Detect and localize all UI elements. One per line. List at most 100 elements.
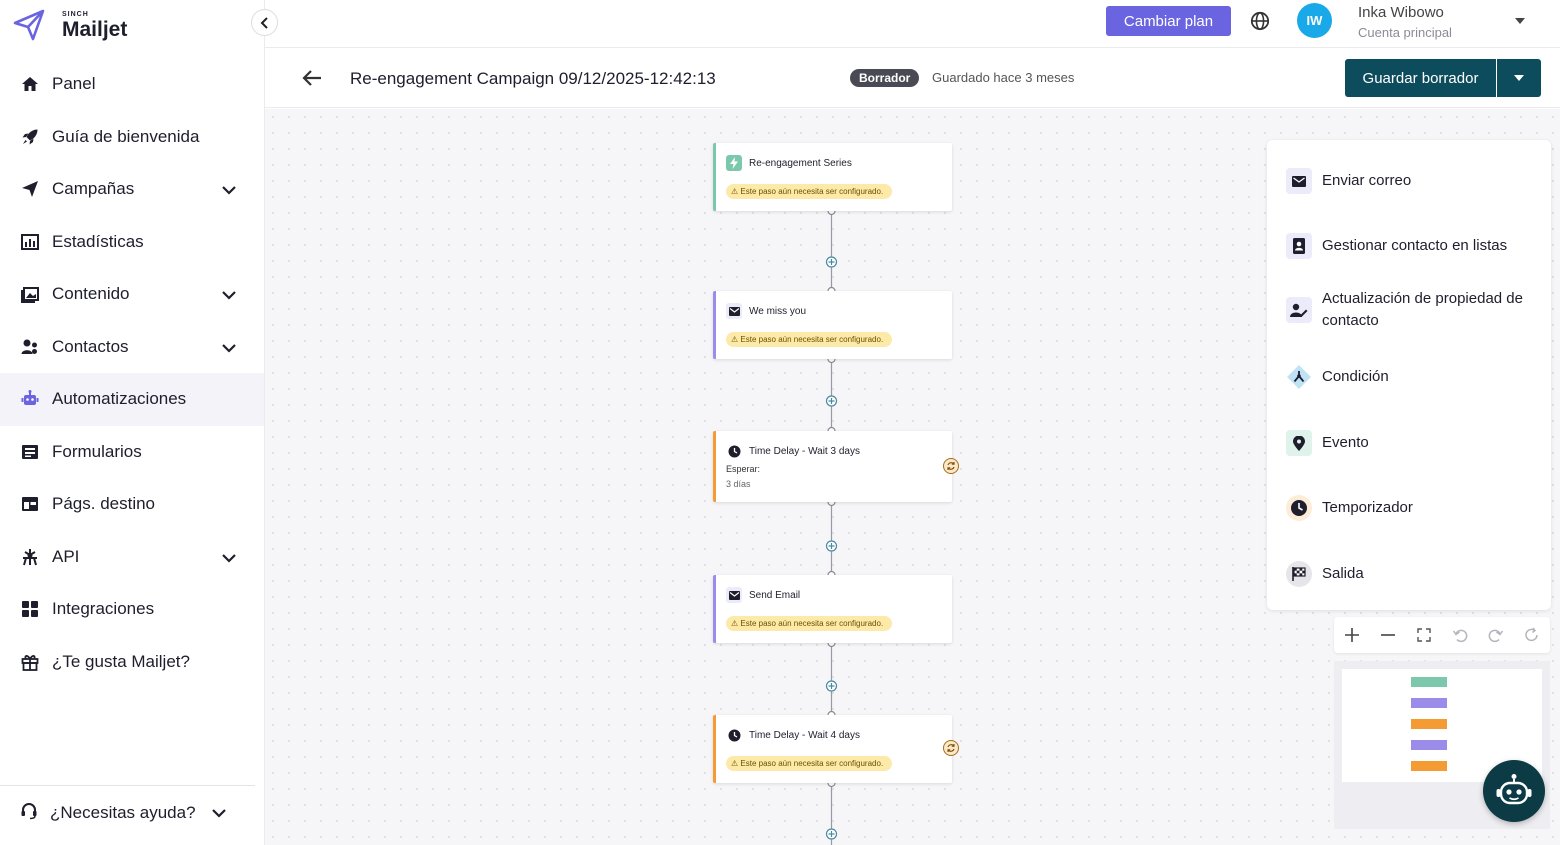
chatbot-robot-icon [1496,774,1532,805]
action-label: Salida [1322,565,1364,582]
zoom-in-icon[interactable] [1342,625,1362,645]
action-send-email[interactable]: Enviar correo [1286,168,1532,194]
actions-panel: Enviar correo Gestionar contacto en list… [1267,140,1551,610]
contact-edit-icon [1286,297,1312,323]
save-options-button[interactable] [1497,59,1541,97]
undo-icon[interactable] [1450,625,1470,645]
reset-icon[interactable] [1522,625,1542,645]
back-arrow-icon[interactable] [301,68,323,88]
user-name[interactable]: Inka Wibowo [1358,4,1444,21]
chart-icon [20,232,40,252]
change-plan-button[interactable]: Cambiar plan [1106,6,1231,36]
sidebar-item-label: Contenido [52,284,130,304]
paper-plane-logo-icon [13,9,45,41]
warning-text: Este paso aún necesita ser configurado. [740,759,884,768]
page-title: Re-engagement Campaign 09/12/2025-12:42:… [350,69,716,88]
rocket-icon [20,127,40,147]
chevron-down-icon[interactable] [220,339,238,357]
chatbot-button[interactable] [1483,760,1545,822]
node-warning: ⚠ Este paso aún necesita ser configurado… [726,756,893,771]
wait-value: 3 días [726,479,751,489]
sidebar-item-contacts[interactable]: Contactos [0,321,264,374]
editor-header: Re-engagement Campaign 09/12/2025-12:42:… [265,48,1560,108]
mailjet-logo[interactable]: SINCH Mailjet [12,8,127,42]
landing-page-icon [20,494,40,514]
sidebar-item-feedback[interactable]: ¿Te gusta Mailjet? [0,636,264,689]
chevron-down-icon[interactable] [210,804,228,822]
help-label: ¿Necesitas ayuda? [50,803,196,822]
sidebar-item-api[interactable]: API [0,531,264,584]
sidebar-item-automations[interactable]: Automatizaciones [0,373,264,426]
flow-node-email[interactable]: Send Email ⚠ Este paso aún necesita ser … [713,575,952,643]
sidebar-item-integrations[interactable]: Integraciones [0,583,264,636]
flow-node-trigger[interactable]: Re-engagement Series ⚠ Este paso aún nec… [713,143,952,211]
sidebar-item-statistics[interactable]: Estadísticas [0,216,264,269]
status-badge: Borrador [850,69,920,87]
redo-icon[interactable] [1486,625,1506,645]
canvas-controls [1334,617,1550,653]
minimap-node [1411,740,1447,750]
flow-node-email[interactable]: We miss you ⚠ Este paso aún necesita ser… [713,291,952,359]
chevron-down-icon[interactable] [220,181,238,199]
action-timer[interactable]: Temporizador [1286,495,1532,521]
fit-view-icon[interactable] [1414,625,1434,645]
flow-node-delay[interactable]: Time Delay - Wait 4 days ⚠ Este paso aún… [713,715,952,783]
action-label: Temporizador [1322,499,1413,516]
node-name: We miss you [749,305,807,317]
zoom-out-icon[interactable] [1378,625,1398,645]
minimap-node [1411,698,1447,708]
action-update-contact-property[interactable]: Actualización de propiedad de contacto [1286,288,1532,332]
collapse-sidebar-button[interactable] [251,9,278,36]
clock-icon [726,727,742,743]
sidebar-item-label: ¿Te gusta Mailjet? [52,651,190,671]
clock-icon [726,443,742,459]
image-icon [20,284,40,304]
sidebar-item-welcome-guide[interactable]: Guía de bienvenida [0,111,264,164]
caret-down-icon[interactable] [1513,14,1527,28]
chevron-down-icon[interactable] [220,286,238,304]
node-warning: ⚠ Este paso aún necesita ser configurado… [726,332,893,347]
mail-icon [726,303,742,319]
warning-text: Este paso aún necesita ser configurado. [740,335,884,344]
send-icon [20,179,40,199]
robot-icon [20,389,40,409]
minimap-node [1411,761,1447,771]
sync-icon[interactable] [943,458,959,474]
sidebar-item-label: Automatizaciones [52,389,187,409]
action-label: Gestionar contacto en listas [1322,237,1508,254]
flow-node-delay[interactable]: Time Delay - Wait 3 days Esperar: 3 días [713,431,952,502]
workflow-canvas[interactable]: Re-engagement Series ⚠ Este paso aún nec… [265,109,1560,845]
action-condition[interactable]: Condición [1286,364,1532,390]
node-name: Time Delay - Wait 4 days [749,729,860,741]
node-warning: ⚠ Este paso aún necesita ser configurado… [726,616,893,631]
sidebar-item-content[interactable]: Contenido [0,268,264,321]
sidebar-item-label: Guía de bienvenida [52,126,200,146]
api-icon [20,547,40,567]
sidebar-item-panel[interactable]: Panel [0,58,264,111]
caret-down-icon [1514,75,1524,81]
minimap-node [1411,677,1447,687]
form-icon [20,442,40,462]
home-icon [20,74,40,94]
action-label: Actualización de propiedad de contacto [1322,290,1523,329]
sidebar-item-landing-pages[interactable]: Págs. destino [0,478,264,531]
action-exit[interactable]: Salida [1286,561,1532,587]
sidebar-item-campaigns[interactable]: Campañas [0,163,264,216]
warning-icon: ⚠ [731,335,741,344]
lightning-icon [726,155,742,171]
action-event[interactable]: Evento [1286,430,1532,456]
save-draft-button[interactable]: Guardar borrador [1345,59,1496,97]
globe-language-icon[interactable] [1250,11,1270,31]
sync-icon[interactable] [943,740,959,756]
warning-text: Este paso aún necesita ser configurado. [740,619,884,628]
action-manage-contact-lists[interactable]: Gestionar contacto en listas [1286,233,1532,259]
chevron-down-icon[interactable] [220,549,238,567]
sidebar-item-forms[interactable]: Formularios [0,426,264,479]
main-nav: Panel Guía de bienvenida Campañas Estadí… [0,58,264,688]
avatar[interactable]: IW [1297,3,1332,38]
warning-icon: ⚠ [731,187,741,196]
help-menu[interactable]: ¿Necesitas ayuda? [0,785,255,840]
clock-icon [1286,495,1312,521]
node-warning: ⚠ Este paso aún necesita ser configurado… [726,184,893,199]
action-label: Enviar correo [1322,172,1412,189]
